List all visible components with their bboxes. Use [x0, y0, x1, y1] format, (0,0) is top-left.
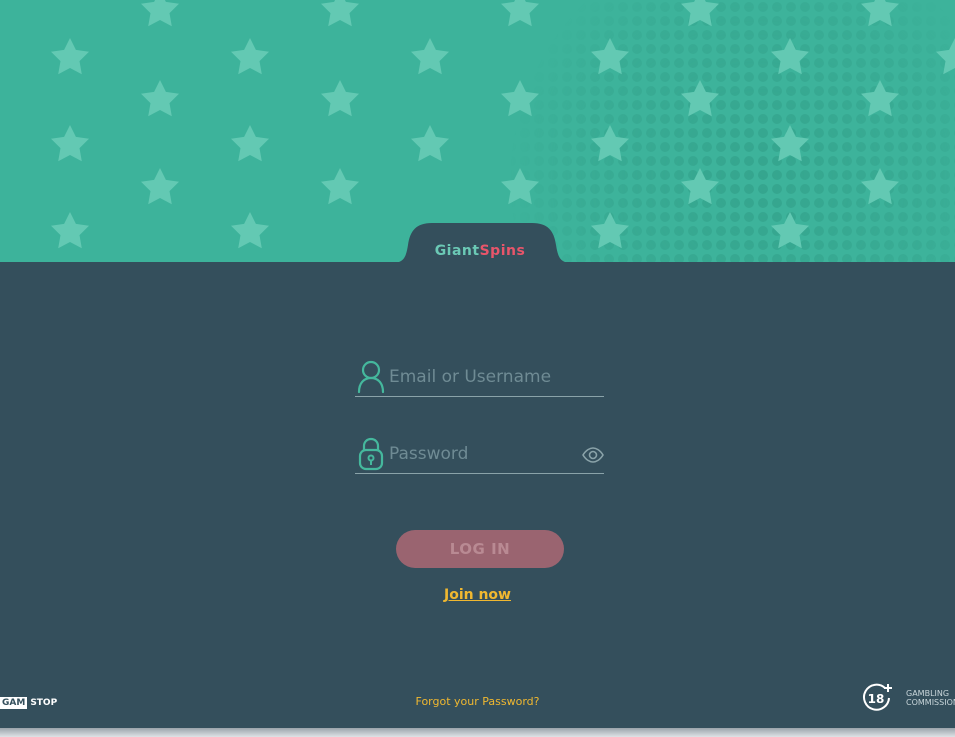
forgot-password-link[interactable]: Forgot your Password?	[416, 695, 540, 708]
email-input[interactable]	[389, 364, 569, 390]
logo-text-giant: Giant	[434, 243, 480, 259]
login-button[interactable]: LOG IN	[396, 530, 564, 568]
commission-line1: GAMBLING	[906, 689, 950, 698]
gamstop-text-gam: GAM	[0, 697, 28, 709]
email-field	[355, 360, 604, 397]
age-18-icon: 18	[863, 683, 892, 711]
brand-logo[interactable]: Giant Spins	[429, 240, 531, 262]
gambling-commission-logo[interactable]: GAMBLING COMMISSION	[906, 689, 955, 707]
user-icon	[357, 360, 385, 394]
eye-icon[interactable]	[582, 447, 604, 463]
gamstop-logo[interactable]: GAM STOP	[0, 697, 60, 709]
password-input[interactable]	[389, 441, 569, 467]
join-row: Join now	[0, 584, 955, 603]
age-badge-text: 18	[868, 692, 885, 706]
gamstop-text-stop: STOP	[30, 698, 58, 708]
lock-icon	[358, 437, 384, 471]
login-panel	[0, 262, 955, 728]
window-bottom-bar	[0, 728, 955, 737]
join-now-link[interactable]: Join now	[444, 587, 511, 603]
commission-line2: COMMISSION	[906, 698, 955, 707]
logo-text-spins: Spins	[479, 243, 526, 259]
forgot-row: Forgot your Password?	[0, 690, 955, 709]
password-field	[355, 437, 604, 474]
